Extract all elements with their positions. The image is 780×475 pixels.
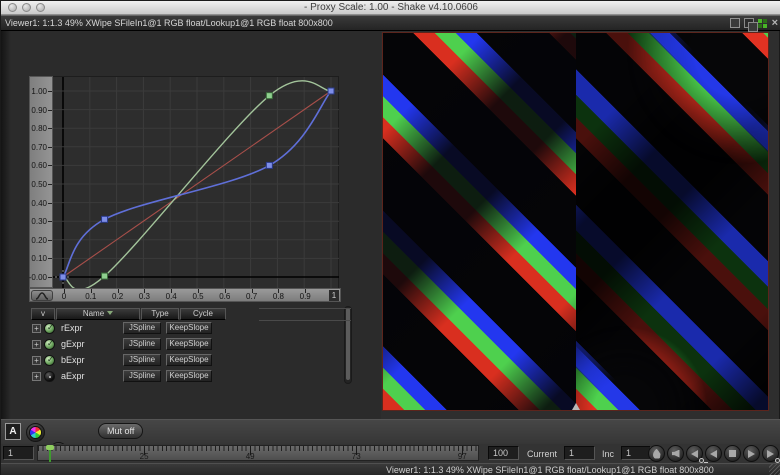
viewer-detach-icon[interactable] [744,18,754,28]
resize-grip-icon[interactable] [769,464,780,475]
next-keyframe-button[interactable] [762,445,779,462]
curve-name[interactable]: bExpr [61,355,121,365]
type-dropdown[interactable]: JSpline [123,322,161,334]
frame-end-field[interactable]: 100 [488,446,519,460]
color-wheel-icon [29,426,42,439]
table-row: + gExpr JSpline KeepSlope [31,336,227,352]
header-name[interactable]: Name [56,308,140,320]
green-channel-visibility-toggle[interactable] [44,339,55,350]
sound-button[interactable] [667,445,684,462]
flame-icon [653,449,661,459]
spline-icon [35,292,49,300]
increment-field[interactable]: 1 [621,446,651,460]
step-forward-icon [767,450,774,458]
previous-keyframe-button[interactable] [686,445,703,462]
xwipe-handle[interactable] [572,403,580,410]
curve-y-ruler[interactable]: 1.000.900.800.700.600.500.400.300.200.10… [29,76,53,288]
sort-arrow-icon [107,311,113,315]
current-frame-field[interactable]: 1 [564,446,595,460]
timeline-ruler[interactable]: 25497397 [37,445,479,461]
expand-icon[interactable]: + [32,324,41,333]
expand-icon[interactable]: + [32,372,41,381]
table-row: + rExpr JSpline KeepSlope [31,320,227,336]
header-extension-line [259,308,351,309]
viewer-image[interactable] [382,32,769,411]
frame-start-field[interactable]: 1 [3,446,34,460]
viewer-close-icon[interactable]: × [772,18,778,28]
x-axis-end-marker[interactable]: 1 [329,290,339,301]
table-scrollbar[interactable] [344,306,352,384]
curve-table-header: v Name Type Cycle [31,308,227,320]
table-row: + aExpr JSpline KeepSlope [31,368,227,384]
viewer-toolbar: A U Mut off [1,419,780,444]
blue-channel-visibility-toggle[interactable] [44,355,55,366]
current-label: Current [527,449,557,459]
titlebar: - Proxy Scale: 1.00 - Shake v4.10.0606 [1,1,780,15]
scrollbar-thumb[interactable] [346,308,350,380]
stop-button[interactable] [724,445,741,462]
viewer-frame-icon[interactable] [730,18,740,28]
play-forward-button[interactable] [743,445,760,462]
cycle-dropdown[interactable]: KeepSlope [166,370,212,382]
header-cycle[interactable]: Cycle [180,308,226,320]
expand-icon[interactable]: + [32,356,41,365]
timeline-bar: 1 25497397 100 Current 1 Inc 1 [1,444,780,463]
header-extension-line [259,320,351,321]
curve-name[interactable]: aExpr [61,371,121,381]
play-icon [748,450,755,458]
inc-label: Inc [602,449,614,459]
header-visibility[interactable]: v [31,308,55,320]
channel-display-button[interactable] [26,423,45,442]
cycle-dropdown[interactable]: KeepSlope [166,354,212,366]
speaker-icon [672,450,680,458]
type-dropdown[interactable]: JSpline [123,354,161,366]
flipbook-button[interactable] [648,445,665,462]
curve-table: v Name Type Cycle + rExpr JSpline KeepSl… [31,308,227,384]
step-back-icon [691,450,698,458]
expand-icon[interactable]: + [32,340,41,349]
curve-x-ruler[interactable]: 1 00.10.20.30.40.50.60.70.80.9 [29,288,341,302]
viewer-window-buttons: × [730,18,778,28]
viewer-info-bar: Viewer1: 1:1.3 49% XWipe SFileIn1@1 RGB … [1,15,780,31]
type-dropdown[interactable]: JSpline [123,338,161,350]
playhead[interactable] [49,446,51,462]
wipe-right-lookup [576,33,769,410]
type-dropdown[interactable]: JSpline [123,370,161,382]
curve-tool-button[interactable] [31,290,53,301]
cycle-dropdown[interactable]: KeepSlope [166,322,212,334]
play-back-icon [710,450,717,458]
cycle-dropdown[interactable]: KeepSlope [166,338,212,350]
curve-name[interactable]: rExpr [61,323,121,333]
header-type[interactable]: Type [141,308,179,320]
mute-button[interactable]: Mut off [98,423,143,439]
ruler-ticks [38,446,478,451]
red-channel-visibility-toggle[interactable] [44,323,55,334]
viewer-channels-icon[interactable] [758,18,768,28]
transport-controls [648,445,779,462]
viewer-script-tab-button[interactable]: A [5,423,21,440]
status-bar: Viewer1: 1:1.3 49% XWipe SFileIn1@1 RGB … [1,463,780,475]
alpha-channel-visibility-toggle[interactable] [44,371,55,382]
play-backward-button[interactable] [705,445,722,462]
stop-icon [729,450,736,457]
curve-plot-area[interactable] [53,76,339,288]
viewer-info-text: Viewer1: 1:1.3 49% XWipe SFileIn1@1 RGB … [1,18,333,28]
shake-window: - Proxy Scale: 1.00 - Shake v4.10.0606 V… [0,0,780,475]
window-title: - Proxy Scale: 1.00 - Shake v4.10.0606 [1,2,780,13]
lookup-curves-chart[interactable] [53,77,339,289]
curve-name[interactable]: gExpr [61,339,121,349]
wipe-left-sfilein [383,33,576,410]
status-text: Viewer1: 1:1.3 49% XWipe SFileIn1@1 RGB … [386,465,714,475]
panel-edge-shade [1,31,11,419]
table-row: + bExpr JSpline KeepSlope [31,352,227,368]
